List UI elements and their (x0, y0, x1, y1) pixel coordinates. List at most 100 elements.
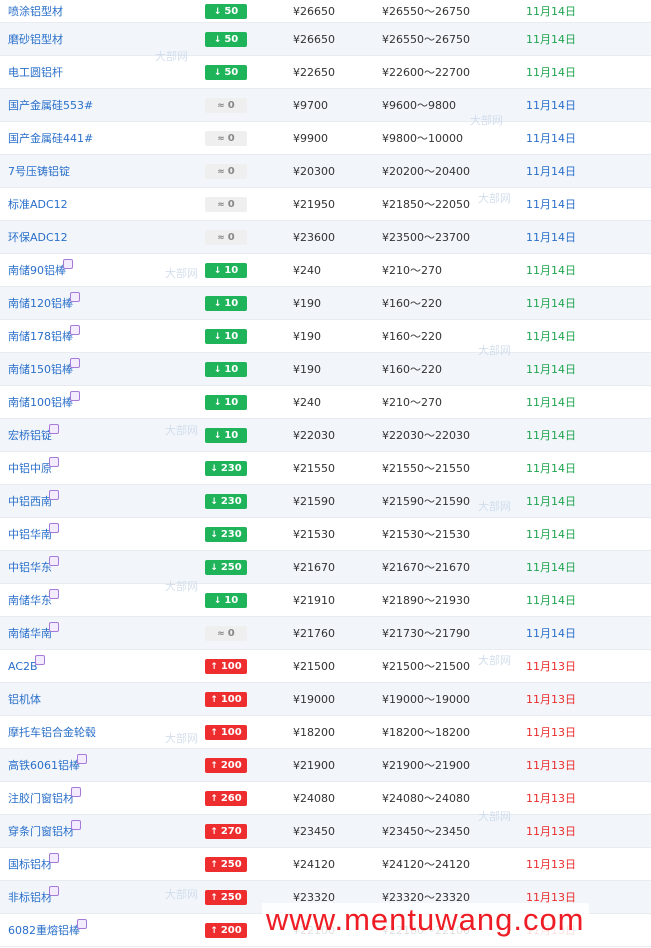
flat-icon: ≈ (217, 628, 225, 639)
table-row: 摩托车铝合金轮毂 ↑ 100 ¥18200 ¥18200～18200 11月13日 (0, 716, 651, 749)
product-name-link[interactable]: 高铁6061铝棒 (0, 754, 205, 773)
product-name-link[interactable]: 中铝西南 (0, 490, 205, 509)
change-badge: ≈0 (205, 196, 247, 212)
product-name: 铝机体 (8, 693, 41, 706)
price-value: ¥21670 (293, 560, 335, 574)
vip-icon (71, 787, 81, 797)
vip-icon (77, 754, 87, 764)
table-row: 中铝中原 ↓ 230 ¥21550 ¥21550～21550 11月14日 (0, 452, 651, 485)
change-badge: ↑ 100 (205, 691, 247, 707)
change-value: 270 (220, 825, 242, 837)
change-cell: ↓ 230 (205, 460, 293, 476)
change-badge: ↑ 200 (205, 757, 247, 773)
change-badge: ↓ 10 (205, 328, 247, 344)
product-name-link[interactable]: 7号压铸铝锭 (0, 163, 205, 179)
product-name-link[interactable]: 6082重熔铝棒 (0, 919, 205, 938)
change-value: 10 (224, 396, 239, 408)
change-value: 0 (227, 99, 235, 111)
change-badge: ↑ 100 (205, 724, 247, 740)
arrow-down-icon: ↓ (213, 595, 222, 606)
update-date: 11月14日 (526, 33, 576, 46)
update-date: 11月13日 (526, 660, 576, 673)
update-date: 11月14日 (526, 462, 576, 475)
product-name-link[interactable]: 南储120铝棒 (0, 292, 205, 311)
price-range: ¥210～270 (382, 396, 442, 409)
product-name-link[interactable]: 南储华南 (0, 622, 205, 641)
watermark-logo: 大部网 (470, 114, 503, 127)
arrow-up-icon: ↑ (210, 892, 218, 903)
change-cell: ↓ 50 (205, 31, 293, 47)
product-name: 非标铝材 (8, 891, 52, 904)
product-name: 注胶门窗铝材 (8, 792, 74, 805)
product-name-link[interactable]: 穿条门窗铝材 (0, 820, 205, 839)
change-badge: ↓ 250 (205, 559, 247, 575)
watermark-logo: 大部网 (165, 732, 198, 745)
product-name-link[interactable]: 南储178铝棒 (0, 325, 205, 344)
product-name-link[interactable]: 南储150铝棒 (0, 358, 205, 377)
change-value: 50 (224, 5, 239, 17)
table-row: 南储华南 ≈0 ¥21760 ¥21730～21790 11月14日 (0, 617, 651, 650)
vip-icon (49, 523, 59, 533)
update-date: 11月14日 (526, 165, 576, 178)
product-name: 磨砂铝型材 (8, 33, 63, 46)
change-cell: ↓ 50 (205, 3, 293, 19)
change-badge: ≈0 (205, 130, 247, 146)
price-range: ¥21730～21790 (382, 627, 470, 640)
product-name-link[interactable]: AC2B (0, 654, 205, 673)
change-value: 200 (220, 759, 242, 771)
price-value: ¥23600 (293, 230, 335, 244)
table-row: AC2B ↑ 100 ¥21500 ¥21500～21500 11月13日 (0, 650, 651, 683)
product-name-link[interactable]: 环保ADC12 (0, 229, 205, 245)
change-badge: ≈0 (205, 97, 247, 113)
update-date: 11月13日 (526, 759, 576, 772)
product-name-link[interactable]: 中铝华东 (0, 556, 205, 575)
flat-icon: ≈ (217, 166, 225, 177)
change-value: 100 (220, 726, 242, 738)
product-name-link[interactable]: 铝机体 (0, 691, 205, 707)
change-value: 10 (224, 264, 239, 276)
product-name-link[interactable]: 磨砂铝型材 (0, 31, 205, 47)
product-name-link[interactable]: 国标铝材 (0, 853, 205, 872)
product-name-link[interactable]: 标准ADC12 (0, 196, 205, 212)
change-cell: ↓ 10 (205, 427, 293, 443)
change-value: 100 (220, 693, 242, 705)
price-value: ¥19000 (293, 692, 335, 706)
table-row: 注胶门窗铝材 ↑ 260 ¥24080 ¥24080～24080 11月13日 (0, 782, 651, 815)
update-date: 11月14日 (526, 330, 576, 343)
arrow-down-icon: ↓ (213, 430, 222, 441)
flat-icon: ≈ (217, 199, 225, 210)
price-range: ¥22600～22700 (382, 66, 470, 79)
price-value: ¥9700 (293, 98, 328, 112)
change-badge: ↓ 230 (205, 493, 247, 509)
table-row: 标准ADC12 ≈0 ¥21950 ¥21850～22050 11月14日 (0, 188, 651, 221)
update-date: 11月14日 (526, 5, 576, 18)
product-name-link[interactable]: 南储华东 (0, 589, 205, 608)
product-name-link[interactable]: 国产金属硅441# (0, 130, 205, 146)
product-name-link[interactable]: 注胶门窗铝材 (0, 787, 205, 806)
product-name-link[interactable]: 电工圆铝杆 (0, 64, 205, 80)
product-name-link[interactable]: 中铝中原 (0, 457, 205, 476)
arrow-up-icon: ↑ (210, 727, 218, 738)
change-cell: ↓ 250 (205, 559, 293, 575)
table-row: 南储90铝棒 ↓ 10 ¥240 ¥210～270 11月14日 (0, 254, 651, 287)
price-range: ¥21530～21530 (382, 528, 470, 541)
product-name-link[interactable]: 中铝华南 (0, 523, 205, 542)
change-cell: ↓ 10 (205, 328, 293, 344)
change-cell: ≈0 (205, 196, 293, 212)
table-row: 中铝华南 ↓ 230 ¥21530 ¥21530～21530 11月14日 (0, 518, 651, 551)
price-value: ¥21500 (293, 659, 335, 673)
table-row: 高铁6061铝棒 ↑ 200 ¥21900 ¥21900～21900 11月13日 (0, 749, 651, 782)
table-row: 喷涂铝型材 ↓ 50 ¥26650 ¥26550～26750 11月14日 (0, 0, 651, 23)
arrow-down-icon: ↓ (213, 265, 222, 276)
change-cell: ↓ 10 (205, 592, 293, 608)
change-badge: ↓ 10 (205, 394, 247, 410)
price-value: ¥21530 (293, 527, 335, 541)
table-row: 南储150铝棒 ↓ 10 ¥190 ¥160～220 11月14日 (0, 353, 651, 386)
product-name: 国标铝材 (8, 858, 52, 871)
product-name-link[interactable]: 国产金属硅553# (0, 97, 205, 113)
product-name: 中铝西南 (8, 495, 52, 508)
product-name-link[interactable]: 喷涂铝型材 (0, 3, 205, 19)
change-value: 250 (220, 891, 242, 903)
product-name-link[interactable]: 南储100铝棒 (0, 391, 205, 410)
product-name: 南储华南 (8, 627, 52, 640)
